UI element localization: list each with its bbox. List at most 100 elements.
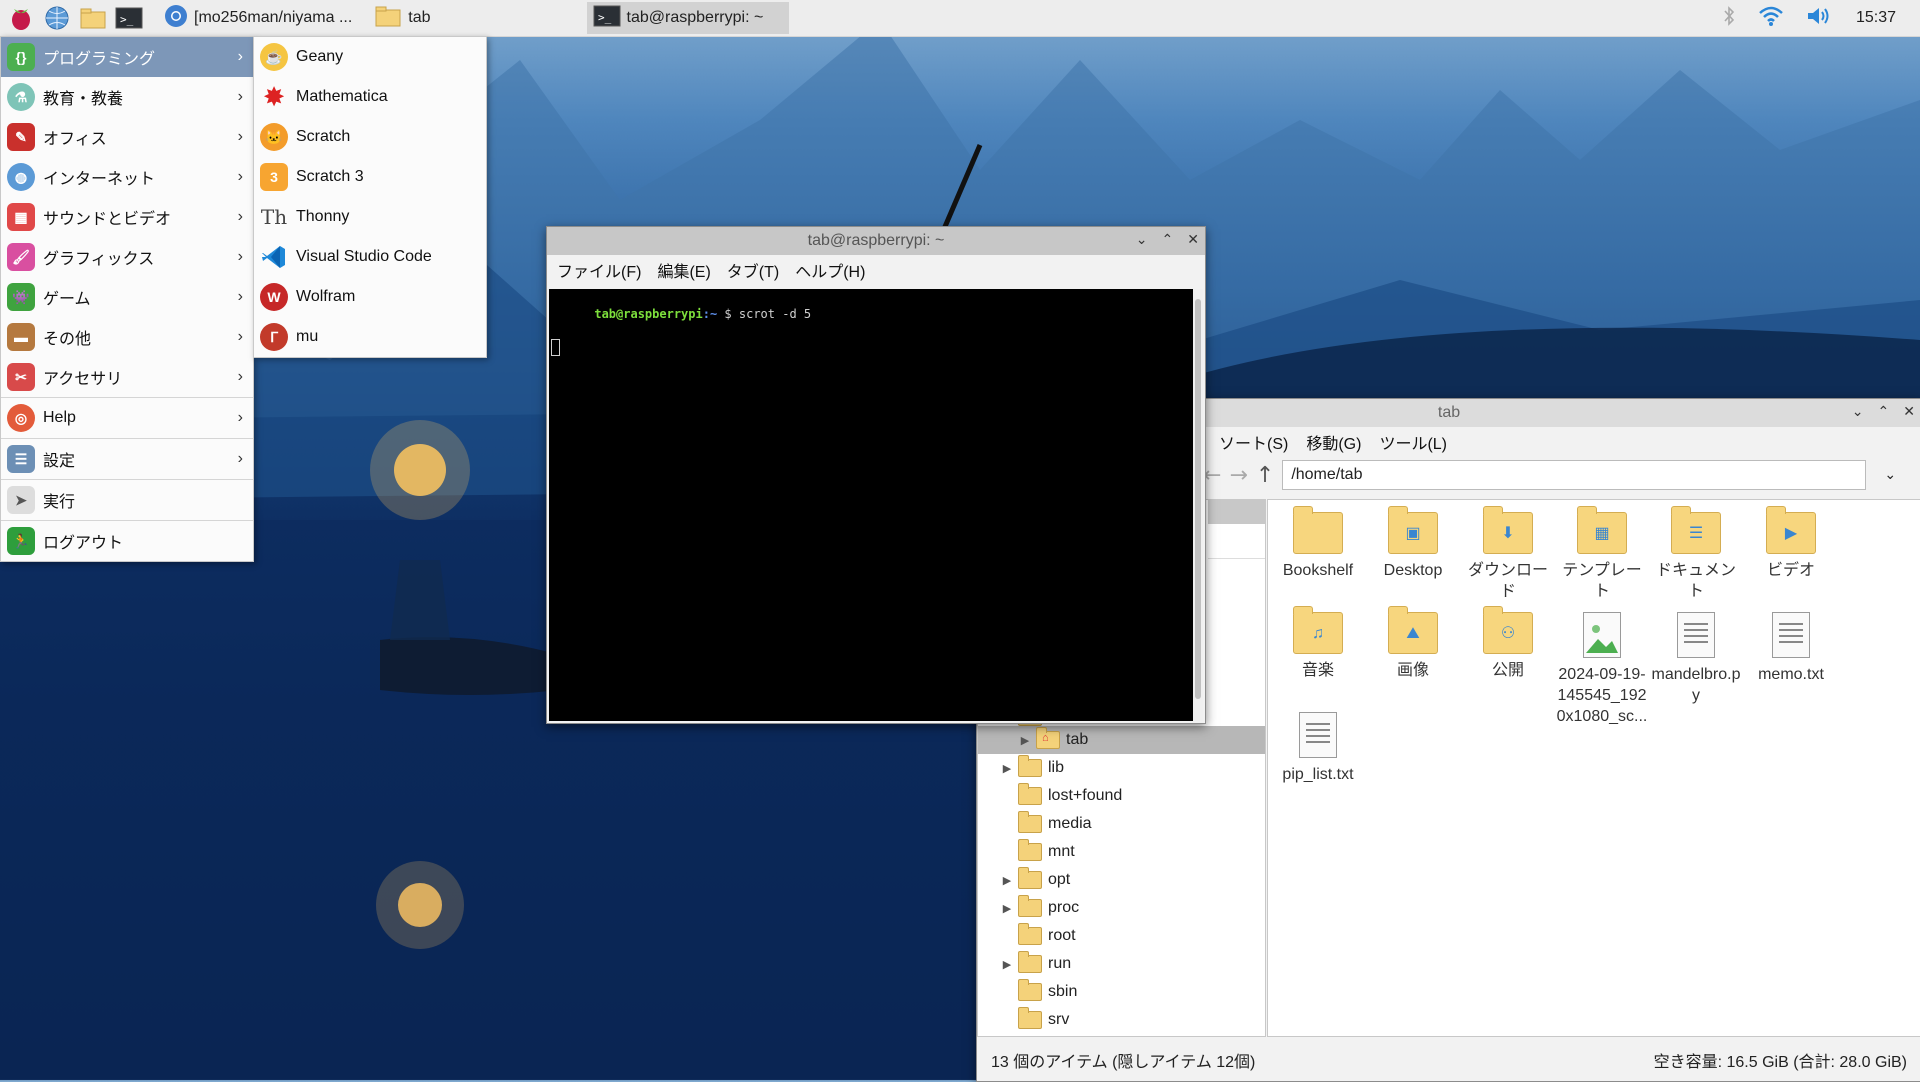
- menu-file[interactable]: ファイル(F): [557, 258, 641, 282]
- menu-item-label: プログラミング: [43, 51, 156, 68]
- terminal-titlebar[interactable]: tab@raspberrypi: ~ ⌄ ⌃ ✕: [547, 227, 1205, 255]
- submenu-item-label: Scratch 3: [296, 168, 364, 185]
- terminal-command: scrot -d 5: [738, 307, 812, 321]
- expand-arrow-icon[interactable]: ▶: [1002, 958, 1012, 971]
- submenu-item-scratch[interactable]: 🐱 Scratch: [254, 117, 486, 157]
- menu-item-label: 教育・教養: [43, 91, 124, 108]
- menu-item-logout[interactable]: 🏃 ログアウト: [1, 521, 253, 561]
- sound-video-icon: ▦: [7, 203, 35, 231]
- minimize-icon[interactable]: ⌄: [1852, 403, 1864, 420]
- expand-arrow-icon[interactable]: ▶: [1020, 734, 1030, 747]
- folder-icon: ⚇: [1483, 606, 1533, 654]
- terminal-launcher-icon[interactable]: >_: [114, 3, 144, 33]
- programming-submenu: ☕ Geany ✸ Mathematica 🐱 Scratch 3 Scratc…: [253, 36, 487, 358]
- tree-item[interactable]: ▶ run: [978, 950, 1265, 978]
- bluetooth-icon[interactable]: [1722, 4, 1736, 33]
- file-manager-launcher-icon[interactable]: [78, 3, 108, 33]
- tree-item[interactable]: sbin: [978, 978, 1265, 1006]
- submenu-item-scratch3[interactable]: 3 Scratch 3: [254, 157, 486, 197]
- menu-item-games[interactable]: 👾 ゲーム ›: [1, 277, 253, 317]
- menu-edit[interactable]: 編集(E): [657, 258, 710, 282]
- tree-item[interactable]: root: [978, 922, 1265, 950]
- expand-arrow-icon[interactable]: ▶: [1002, 762, 1012, 775]
- tree-item[interactable]: media: [978, 810, 1265, 838]
- forward-icon[interactable]: →: [1229, 463, 1247, 488]
- menu-item-help[interactable]: ◎ Help ›: [1, 398, 253, 438]
- file-item[interactable]: ⚇ 公開: [1462, 606, 1554, 681]
- submenu-item-vscode[interactable]: Visual Studio Code: [254, 237, 486, 277]
- browser-launcher-icon[interactable]: [42, 3, 72, 33]
- clock[interactable]: 15:37: [1856, 9, 1896, 27]
- menu-item-graphics[interactable]: 🖌 グラフィックス ›: [1, 237, 253, 277]
- raspberry-menu-icon[interactable]: [6, 3, 36, 33]
- chevron-down-icon[interactable]: ⌄: [1884, 467, 1896, 483]
- file-item[interactable]: mandelbro.py: [1650, 612, 1742, 706]
- file-item[interactable]: pip_list.txt: [1272, 712, 1364, 785]
- volume-icon[interactable]: [1806, 5, 1834, 32]
- taskbar-file-manager[interactable]: tab: [368, 2, 436, 34]
- menu-item-other[interactable]: ▬ その他 ›: [1, 317, 253, 357]
- expand-arrow-icon[interactable]: ▶: [1002, 874, 1012, 887]
- file-item[interactable]: ⬇ ダウンロード: [1462, 506, 1554, 602]
- file-item[interactable]: memo.txt: [1745, 612, 1837, 685]
- submenu-item-mathematica[interactable]: ✸ Mathematica: [254, 77, 486, 117]
- expand-arrow-icon[interactable]: ▶: [1002, 902, 1012, 915]
- chevron-right-icon: ›: [237, 208, 243, 225]
- wifi-icon[interactable]: [1758, 5, 1784, 32]
- file-item[interactable]: ♫ 音楽: [1272, 606, 1364, 681]
- tree-item[interactable]: ▶ lib: [978, 754, 1265, 782]
- path-field[interactable]: /home/tab: [1282, 460, 1867, 490]
- tree-item[interactable]: ▶ proc: [978, 894, 1265, 922]
- help-icon: ◎: [7, 404, 35, 432]
- submenu-item-thonny[interactable]: Th Thonny: [254, 197, 486, 237]
- taskbar-label: [mo256man/niyama ...: [194, 9, 353, 26]
- menu-go[interactable]: 移動(G): [1306, 430, 1361, 454]
- menu-item-settings[interactable]: ☰ 設定 ›: [1, 439, 253, 479]
- submenu-item-mu[interactable]: ᒥ mu: [254, 317, 486, 357]
- thonny-icon: Th: [260, 205, 288, 229]
- tree-item[interactable]: mnt: [978, 838, 1265, 866]
- tree-item[interactable]: ▶ opt: [978, 866, 1265, 894]
- menu-item-label: ゲーム: [43, 291, 91, 308]
- menu-item-label: オフィス: [43, 131, 107, 148]
- tree-item[interactable]: ▶ ⌂ tab: [978, 726, 1265, 754]
- maximize-icon[interactable]: ⌃: [1162, 231, 1174, 248]
- menu-item-education[interactable]: ⚗ 教育・教養 ›: [1, 77, 253, 117]
- menu-item-internet[interactable]: ◍ インターネット ›: [1, 157, 253, 197]
- menu-tabs[interactable]: タブ(T): [727, 258, 779, 282]
- programming-icon: {}: [7, 43, 35, 71]
- file-item[interactable]: ▶ ビデオ: [1745, 506, 1837, 581]
- menu-item-label: インターネット: [43, 171, 156, 188]
- terminal-output[interactable]: tab@raspberrypi:~ $ scrot -d 5: [549, 289, 1193, 721]
- taskbar-chromium[interactable]: [mo256man/niyama ...: [158, 2, 358, 34]
- file-item[interactable]: ⛰ 画像: [1367, 606, 1459, 681]
- chevron-right-icon: ›: [237, 48, 243, 65]
- menu-help[interactable]: ヘルプ(H): [795, 258, 865, 282]
- file-item[interactable]: ☰ ドキュメント: [1650, 506, 1742, 602]
- submenu-item-wolfram[interactable]: W Wolfram: [254, 277, 486, 317]
- close-icon[interactable]: ✕: [1187, 231, 1199, 248]
- menu-item-office[interactable]: ✎ オフィス ›: [1, 117, 253, 157]
- system-tray: 15:37: [1722, 0, 1920, 36]
- taskbar-terminal[interactable]: >_ tab@raspberrypi: ~: [586, 2, 789, 34]
- up-icon[interactable]: ↑: [1256, 463, 1274, 488]
- file-item[interactable]: Bookshelf: [1272, 506, 1364, 581]
- file-item[interactable]: 2024-09-19-145545_1920x1080_sc...: [1556, 612, 1648, 727]
- menu-item-sound-video[interactable]: ▦ サウンドとビデオ ›: [1, 197, 253, 237]
- menu-tools[interactable]: ツール(L): [1379, 430, 1447, 454]
- submenu-item-geany[interactable]: ☕ Geany: [254, 37, 486, 77]
- minimize-icon[interactable]: ⌄: [1136, 231, 1148, 248]
- maximize-icon[interactable]: ⌃: [1878, 403, 1890, 420]
- settings-icon: ☰: [7, 445, 35, 473]
- menu-item-run[interactable]: ➤ 実行: [1, 480, 253, 520]
- tree-item[interactable]: srv: [978, 1006, 1265, 1034]
- menu-sort[interactable]: ソート(S): [1219, 430, 1288, 454]
- close-icon[interactable]: ✕: [1903, 403, 1915, 420]
- tree-item[interactable]: lost+found: [978, 782, 1265, 810]
- file-item[interactable]: ▦ テンプレート: [1556, 506, 1648, 602]
- terminal-scrollbar[interactable]: [1193, 289, 1203, 721]
- file-item[interactable]: ▣ Desktop: [1367, 506, 1459, 581]
- menu-item-programming[interactable]: {} プログラミング ›: [1, 37, 253, 77]
- prompt-path: :~: [702, 307, 718, 321]
- menu-item-accessories[interactable]: ✂ アクセサリ ›: [1, 357, 253, 397]
